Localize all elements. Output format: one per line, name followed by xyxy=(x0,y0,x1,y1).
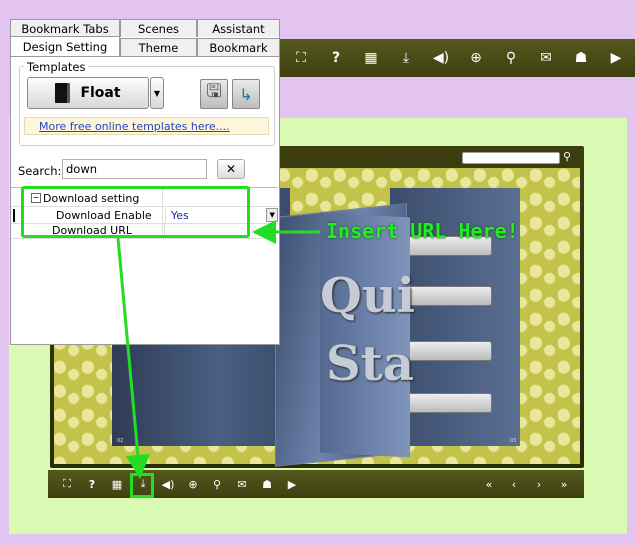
annotation-arrows xyxy=(116,220,320,479)
insert-url-callout: Insert URL Here! xyxy=(326,219,519,243)
